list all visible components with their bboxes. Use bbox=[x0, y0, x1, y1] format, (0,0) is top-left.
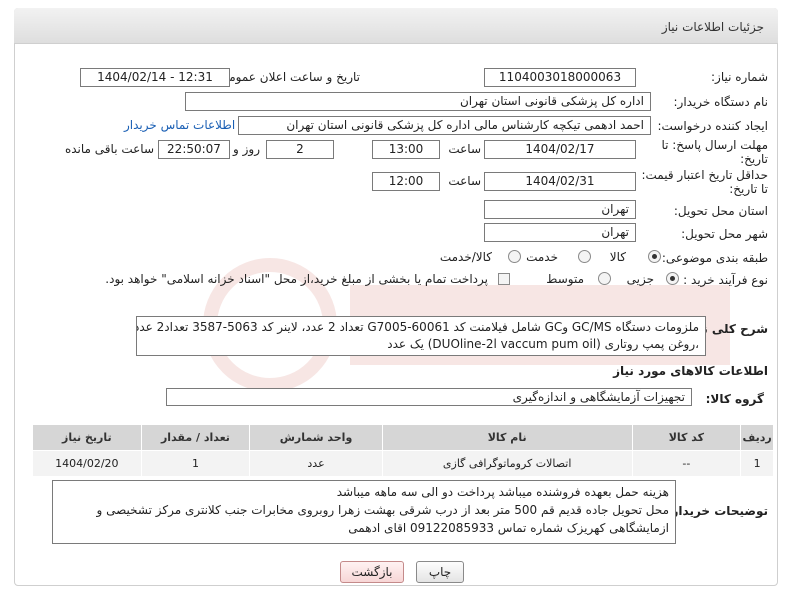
category-label: طبقه بندی موضوعی: bbox=[661, 251, 768, 265]
deadline-label: مهلت ارسال پاسخ: تا bbox=[661, 138, 768, 152]
category-goods-label: کالا bbox=[609, 250, 626, 264]
validity-time-label: ساعت bbox=[448, 174, 481, 188]
buyer-notes-line-1: هزینه حمل بعهده فروشنده میباشد پرداخت دو… bbox=[336, 485, 669, 499]
cell-row: 1 bbox=[740, 450, 774, 477]
col-unit: واحد شمارش bbox=[249, 424, 383, 451]
deadline-time-label: ساعت bbox=[448, 142, 481, 156]
announce-date-field: 1404/02/14 - 12:31 bbox=[80, 68, 230, 87]
remaining-time-field: 22:50:07 bbox=[158, 140, 230, 159]
validity-label: حداقل تاریخ اعتبار قیمت: bbox=[641, 168, 768, 182]
category-service-label: خدمت bbox=[526, 250, 558, 264]
col-code: کد کالا bbox=[631, 424, 742, 451]
buyer-org-field: اداره کل پزشکی قانونی استان تهران bbox=[185, 92, 651, 111]
creator-field: احمد ادهمی تیکچه کارشناس مالی اداره کل پ… bbox=[238, 116, 651, 135]
category-radio-service[interactable] bbox=[578, 250, 591, 263]
validity-label-date: تا تاریخ: bbox=[729, 182, 768, 196]
validity-time-field: 12:00 bbox=[372, 172, 440, 191]
goods-table-wrapper: ردیف کد کالا نام کالا واحد شمارش تعداد /… bbox=[32, 424, 774, 477]
back-button[interactable]: بازگشت bbox=[340, 561, 404, 583]
deadline-label-date: تاریخ: bbox=[740, 152, 768, 166]
days-label: روز و bbox=[233, 142, 260, 156]
summary-text: ملزومات دستگاه GC/MS وGC شامل فیلامنت کد… bbox=[136, 316, 706, 356]
buyer-notes-line-3: ازمایشگاهی کهریزک شماره تماس 09122085933… bbox=[348, 521, 669, 535]
process-radio-medium[interactable] bbox=[598, 272, 611, 285]
buyer-contact-link[interactable]: اطلاعات تماس خریدار bbox=[124, 118, 235, 132]
announce-date-label: تاریخ و ساعت اعلان عمومی: bbox=[215, 70, 360, 84]
goods-table-header: ردیف کد کالا نام کالا واحد شمارش تعداد /… bbox=[32, 424, 774, 451]
cell-qty: 1 bbox=[140, 450, 251, 477]
print-button[interactable]: چاپ bbox=[416, 561, 464, 583]
category-goods-service-label: کالا/خدمت bbox=[439, 250, 492, 264]
goods-table: ردیف کد کالا نام کالا واحد شمارش تعداد /… bbox=[32, 424, 774, 477]
cell-unit: عدد bbox=[249, 450, 383, 477]
city-label: شهر محل تحویل: bbox=[681, 227, 768, 241]
category-radio-goods[interactable] bbox=[648, 250, 661, 263]
buyer-org-label: نام دستگاه خریدار: bbox=[673, 95, 769, 109]
deadline-time-field: 13:00 bbox=[372, 140, 440, 159]
summary-line-1: ملزومات دستگاه GC/MS وGC شامل فیلامنت کد… bbox=[136, 320, 699, 334]
process-label: نوع فرآیند خرید : bbox=[683, 273, 768, 287]
goods-section-title: اطلاعات کالاهای مورد نیاز bbox=[613, 364, 768, 378]
creator-label: ایجاد کننده درخواست: bbox=[657, 119, 768, 133]
category-radio-goods-service[interactable] bbox=[508, 250, 521, 263]
process-minor-label: جزیی bbox=[626, 272, 654, 286]
cell-code: -- bbox=[631, 450, 742, 477]
treasury-payment-note: پرداخت تمام یا بخشی از مبلغ خرید،از محل … bbox=[105, 272, 488, 286]
buyer-notes-label: توضیحات خریدار: bbox=[666, 504, 768, 518]
buyer-notes-text: هزینه حمل بعهده فروشنده میباشد پرداخت دو… bbox=[52, 480, 676, 544]
cell-name: اتصالات کروماتوگرافی گازی bbox=[381, 450, 633, 477]
goods-group-field: تجهیزات آزمایشگاهی و اندازه‌گیری bbox=[166, 388, 692, 406]
col-name: نام کالا bbox=[381, 424, 633, 451]
table-row: 1 -- اتصالات کروماتوگرافی گازی عدد 1 140… bbox=[32, 450, 774, 477]
province-field: تهران bbox=[484, 200, 636, 219]
need-number-label: شماره نیاز: bbox=[711, 70, 768, 84]
buyer-notes-line-2: محل تحویل جاده قدیم قم 500 متر بعد از در… bbox=[96, 503, 670, 517]
treasury-payment-checkbox[interactable] bbox=[498, 273, 510, 285]
city-field: تهران bbox=[484, 223, 636, 242]
validity-date-field: 1404/02/31 bbox=[484, 172, 636, 191]
process-radio-minor[interactable] bbox=[666, 272, 679, 285]
page-title: جزئیات اطلاعات نیاز bbox=[661, 20, 764, 34]
goods-group-label: گروه کالا: bbox=[705, 392, 764, 406]
summary-line-2: ،روغن پمپ روتاری (DUOline-2l vaccum pum … bbox=[387, 337, 699, 351]
province-label: استان محل تحویل: bbox=[673, 204, 768, 218]
col-date: تاریخ نیاز bbox=[32, 424, 142, 451]
cell-date: 1404/02/20 bbox=[32, 450, 142, 477]
process-medium-label: متوسط bbox=[546, 272, 584, 286]
days-field: 2 bbox=[266, 140, 334, 159]
deadline-date-field: 1404/02/17 bbox=[484, 140, 636, 159]
need-number-field: 1104003018000063 bbox=[484, 68, 636, 87]
col-row: ردیف bbox=[740, 424, 774, 451]
remaining-label: ساعت باقی مانده bbox=[64, 142, 154, 156]
col-qty: تعداد / مقدار bbox=[140, 424, 251, 451]
